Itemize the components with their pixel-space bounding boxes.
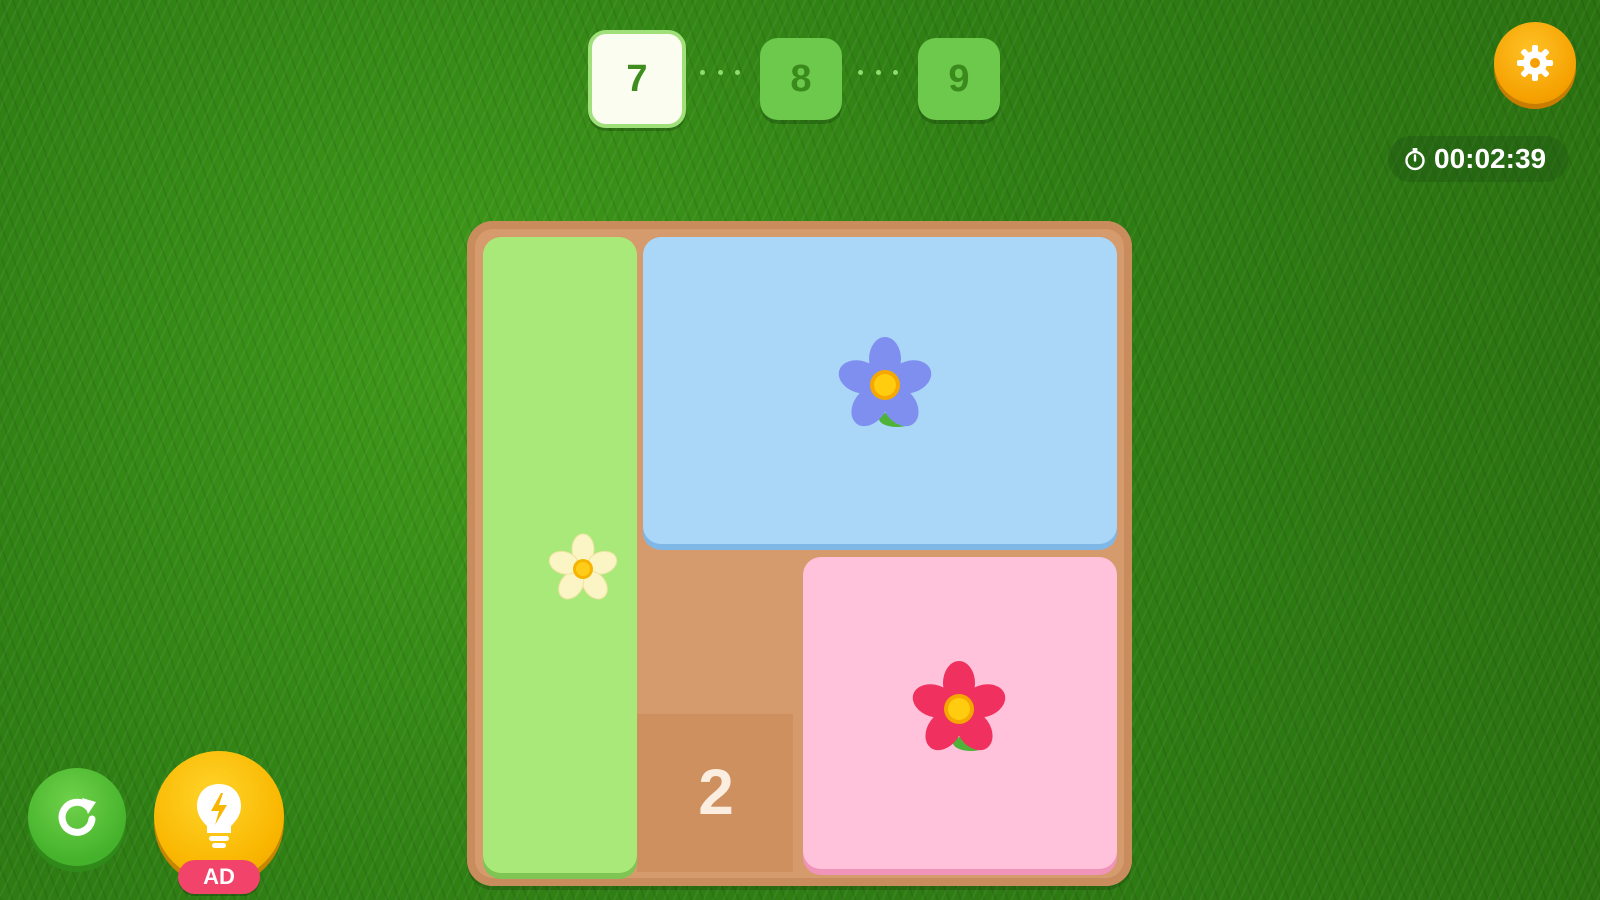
red-flower-icon — [912, 661, 1006, 751]
lightbulb-icon — [197, 784, 241, 848]
timer-value: 00:02:39 — [1434, 143, 1547, 174]
blue-flower-icon — [838, 337, 932, 427]
stopwatch-icon — [1405, 148, 1425, 171]
level-current: 7 — [588, 30, 686, 128]
restart-icon — [58, 798, 96, 836]
pink-block[interactable] — [803, 557, 1117, 869]
empty-cell-count: 2 — [698, 756, 734, 828]
settings-button[interactable] — [1494, 22, 1576, 104]
level-next: 8 — [760, 38, 842, 120]
level-next-2: 9 — [918, 38, 1000, 120]
level-progress: 7 8 9 — [588, 30, 1008, 128]
restart-button[interactable] — [28, 768, 126, 866]
level-connector — [858, 70, 898, 80]
level-connector — [700, 70, 740, 80]
puzzle-board: 2 — [467, 221, 1132, 886]
ad-badge: AD — [178, 860, 260, 894]
daisy-flower-icon — [548, 533, 618, 600]
blue-block[interactable] — [643, 237, 1117, 544]
green-block[interactable] — [483, 237, 637, 873]
timer: 00:02:39 — [1388, 136, 1569, 182]
gear-icon — [1517, 45, 1553, 81]
